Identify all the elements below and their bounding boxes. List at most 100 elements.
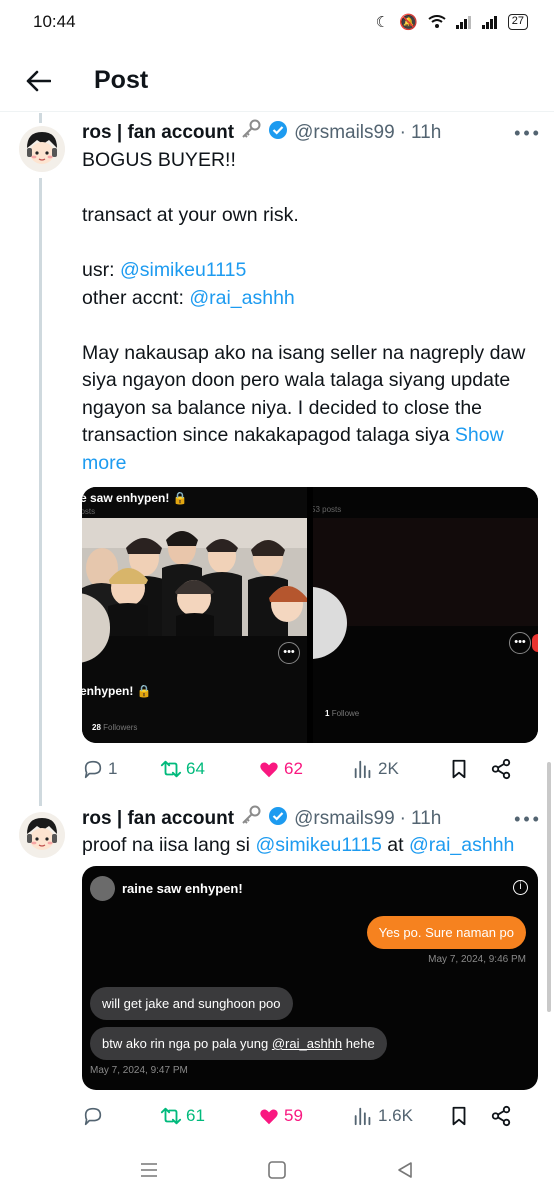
scrollbar[interactable] [547,762,551,1012]
info-icon: i [513,880,528,895]
back-arrow-icon [26,70,51,91]
separator-dot: · [399,122,406,143]
tweet-body: proof na iisa lang si [82,834,256,856]
views-icon [354,760,371,779]
group-photo [82,518,307,636]
mention-link[interactable]: @simikeu1115 [255,834,381,856]
system-back-button[interactable] [396,1161,414,1184]
tweet-time[interactable]: 11h [411,122,441,144]
repost-count: 61 [186,1106,205,1125]
chat-screenshot[interactable]: raine saw enhypen! i Yes po. Sure naman … [82,866,538,1090]
tweet-header: ros | fan account @rsmails99 · 11h • • • [82,805,539,833]
media-left-followers-label: Followers [103,723,138,732]
received-message-text: hehe [342,1036,375,1051]
signal-icon-2 [481,15,497,29]
follow-dot [532,634,538,652]
more-options-icon[interactable]: • • • [514,123,539,144]
moon-icon: ☾ [375,14,390,31]
tweet-body: at [381,834,409,856]
author-name[interactable]: ros | fan account [82,122,234,144]
media-left-followers-count: 28 [92,723,101,732]
tweet-line: usr: [82,259,120,281]
views-icon [354,1107,371,1126]
verified-badge-icon [268,806,288,832]
like-count: 62 [284,759,303,778]
tweet[interactable]: ros | fan account @rsmails99 · 11h • • •… [0,119,554,800]
media-left-title: e saw enhypen! 🔒 [82,491,188,505]
dark-banner [313,518,538,626]
more-options-icon[interactable]: • • • [514,809,539,830]
share-button[interactable] [490,758,512,780]
tweet-line: other accnt: [82,286,190,309]
media-left-name: enhypen! 🔒 [82,684,152,698]
like-button[interactable]: 59 [258,1105,352,1127]
bookmark-button[interactable] [448,1105,490,1127]
share-button[interactable] [490,1105,512,1127]
views-button[interactable]: 2K [352,758,448,780]
heart-icon [260,1109,278,1125]
sent-message: Yes po. Sure naman po [366,916,526,949]
share-icon [491,1105,511,1127]
author-handle[interactable]: @rsmails99 [294,122,395,144]
tweet-text: proof na iisa lang si @simikeu1115 at @r… [82,832,538,860]
media-more-icon: ••• [509,632,531,654]
signal-icon [455,15,471,29]
media-left-subtitle: posts [82,507,96,516]
media-right-followers-count: 1 [325,709,330,718]
mute-icon: 🔕 [399,14,418,31]
tweet-media[interactable]: e saw enhypen! 🔒 posts ••• enhypen! 🔒 28… [82,487,538,743]
reply-button[interactable] [82,1105,160,1127]
views-button[interactable]: 1.6K [352,1105,448,1127]
media-image-left[interactable]: e saw enhypen! 🔒 posts ••• enhypen! 🔒 28… [82,487,307,743]
home-square-icon [268,1160,286,1179]
tweet-line: transact at your own risk. [82,204,299,226]
mention-link[interactable]: @rai_ashhh [409,834,514,856]
reply-icon [84,1107,102,1126]
tweet-text: BOGUS BUYER!! transact at your own risk.… [82,147,538,477]
author-name[interactable]: ros | fan account [82,808,234,830]
repost-button[interactable]: 61 [160,1105,258,1127]
bookmark-icon [452,759,466,779]
back-button[interactable] [2,50,74,112]
view-count: 1.6K [378,1106,413,1125]
system-nav-bar [0,1144,554,1200]
media-right-followers-label: Followe [331,709,360,718]
wifi-icon [428,15,446,28]
author-handle[interactable]: @rsmails99 [294,808,395,830]
back-triangle-icon [398,1161,412,1178]
recent-apps-button[interactable] [140,1162,158,1183]
top-bar: Post [0,50,554,112]
tweet-actions: 61 59 1.6K [82,1101,530,1131]
sent-message-time: May 7, 2024, 9:46 PM [428,954,526,965]
received-message-time: May 7, 2024, 9:47 PM [90,1065,188,1076]
mention-link[interactable]: @rai_ashhh [189,287,294,309]
status-bar: 10:44 ☾ 🔕 27 [0,0,554,44]
chat-contact-name: raine saw enhypen! [122,881,243,896]
media-image-right[interactable]: 53 posts ••• 1 Followe [313,487,538,743]
like-button[interactable]: 62 [258,758,352,780]
received-message-text: btw ako rin nga po pala yung [102,1036,272,1051]
reply-button[interactable]: 1 [82,758,160,780]
bookmark-button[interactable] [448,758,490,780]
tweet-time[interactable]: 11h [411,808,441,830]
separator-dot: · [399,808,406,829]
bookmark-icon [452,1106,466,1126]
reply-icon [84,760,102,779]
received-message: will get jake and sunghoon poo [90,987,293,1020]
tweet[interactable]: ros | fan account @rsmails99 · 11h • • •… [0,805,554,1136]
tweet-line: BOGUS BUYER!! [82,149,236,171]
reply-count: 1 [108,759,118,778]
mention-link[interactable]: @simikeu1115 [120,259,246,281]
avatar[interactable] [19,812,65,858]
home-button[interactable] [268,1160,286,1184]
view-count: 2K [378,759,399,778]
like-count: 59 [284,1106,303,1125]
avatar[interactable] [19,126,65,172]
repost-button[interactable]: 64 [160,758,258,780]
key-icon [240,119,262,147]
status-time: 10:44 [33,12,76,31]
media-right-subtitle: 53 posts [313,505,342,514]
tweet-actions: 1 64 62 2K [82,754,530,784]
menu-icon [141,1162,157,1177]
key-icon [240,805,262,833]
